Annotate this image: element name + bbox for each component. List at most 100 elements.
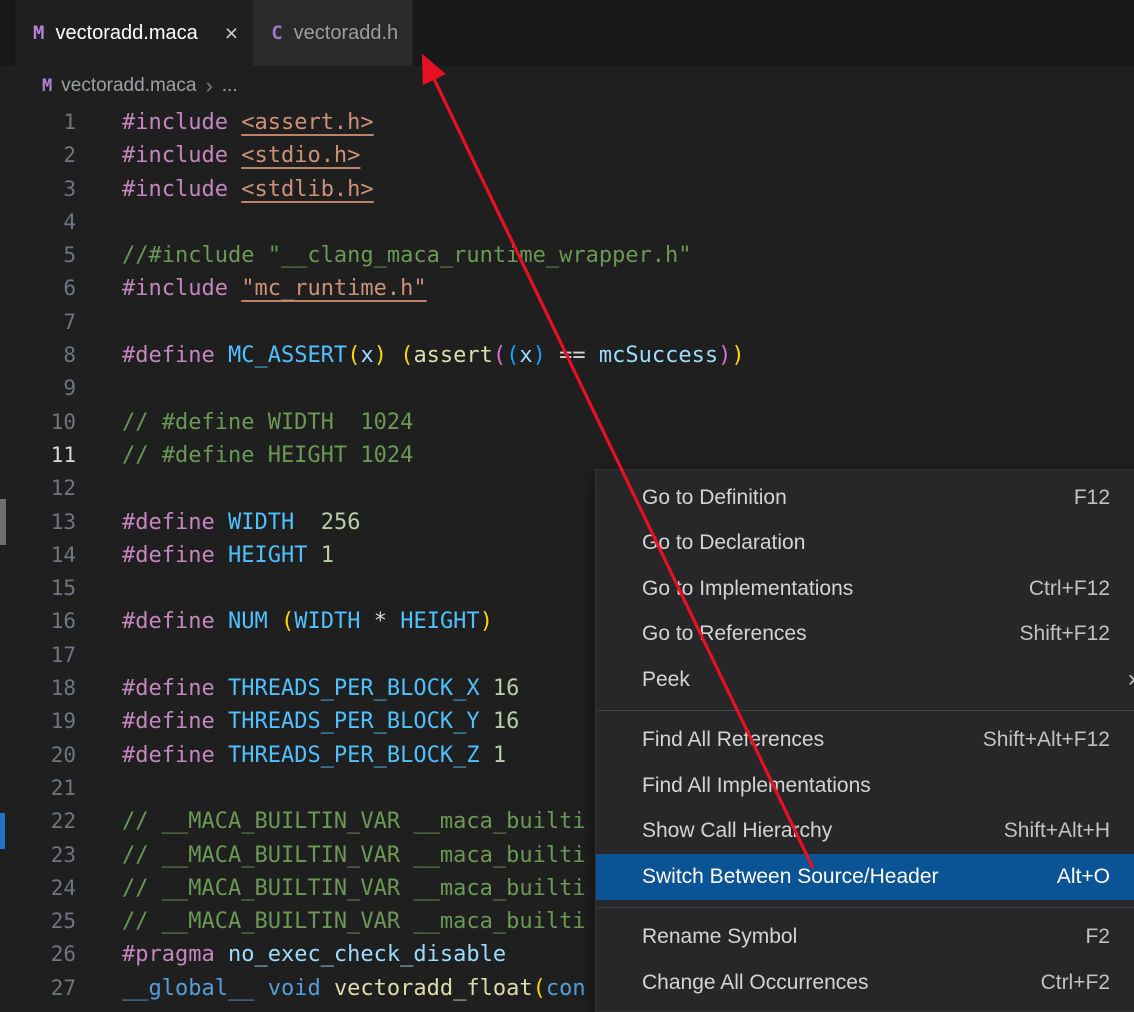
line-number: 10: [0, 406, 76, 439]
line-number: 21: [0, 772, 76, 805]
code-line-6[interactable]: 6 #include "mc_runtime.h": [0, 272, 1134, 305]
line-number: 4: [0, 206, 76, 239]
menu-shortcut: Shift+Alt+F12: [983, 728, 1110, 752]
line-number: 27: [0, 972, 76, 1005]
code-line-7[interactable]: 7: [0, 306, 1134, 339]
line-number: 24: [0, 872, 76, 905]
line-number: 15: [0, 572, 76, 605]
code-line-5[interactable]: 5 //#include "__clang_maca_runtime_wrappe…: [0, 239, 1134, 272]
code-text: #define THREADS_PER_BLOCK_Y 16: [122, 705, 519, 738]
menu-item-peek[interactable]: Peek ›: [596, 657, 1134, 703]
line-number: 2: [0, 139, 76, 172]
menu-shortcut: Shift+Alt+H: [1004, 819, 1110, 843]
code-text: // #define HEIGHT 1024: [122, 439, 413, 472]
menu-item-show-call-hierarchy[interactable]: Show Call HierarchyShift+Alt+H: [596, 809, 1134, 855]
menu-item-switch-between-source-header[interactable]: Switch Between Source/HeaderAlt+O: [596, 854, 1134, 900]
line-number: 26: [0, 938, 76, 971]
code-line-8[interactable]: 8 #define MC_ASSERT(x) (assert((x) == mcS…: [0, 339, 1134, 372]
menu-item-label: Go to Definition: [642, 486, 1074, 510]
menu-item-label: Show Call Hierarchy: [642, 819, 1004, 843]
menu-separator: [597, 710, 1134, 711]
menu-item-go-to-declaration[interactable]: Go to Declaration: [596, 521, 1134, 567]
menu-item-go-to-references[interactable]: Go to ReferencesShift+F12: [596, 612, 1134, 658]
line-number: 17: [0, 639, 76, 672]
menu-item-find-all-implementations[interactable]: Find All Implementations: [596, 763, 1134, 809]
line-number: 9: [0, 372, 76, 405]
submenu-chevron-icon: ›: [1128, 665, 1134, 693]
line-number: 12: [0, 472, 76, 505]
line-number: 23: [0, 839, 76, 872]
line-number: 25: [0, 905, 76, 938]
tab-bar: Mvectoradd.maca × Cvectoradd.h: [0, 0, 1134, 66]
chevron-right-icon: ›: [205, 73, 212, 99]
tab-vectoradd-maca[interactable]: Mvectoradd.maca ×: [15, 0, 253, 66]
menu-item-label: Rename Symbol: [642, 925, 1085, 949]
code-text: #include <assert.h>: [122, 106, 374, 139]
code-line-9[interactable]: 9: [0, 372, 1134, 405]
code-text: #define HEIGHT 1: [122, 539, 334, 572]
menu-separator: [597, 907, 1134, 908]
menu-item-go-to-implementations[interactable]: Go to ImplementationsCtrl+F12: [596, 566, 1134, 612]
code-text: #define NUM (WIDTH * HEIGHT): [122, 605, 493, 638]
code-line-11[interactable]: 11// #define HEIGHT 1024: [0, 439, 1134, 472]
line-number: 22: [0, 805, 76, 838]
file-type-icon: M: [42, 76, 52, 96]
code-text: //#include "__clang_maca_runtime_wrapper…: [122, 239, 692, 272]
tab-label: vectoradd.h: [294, 22, 399, 45]
menu-item-find-all-references[interactable]: Find All ReferencesShift+Alt+F12: [596, 718, 1134, 764]
menu-item-label: Find All Implementations: [642, 774, 1110, 798]
file-type-icon: M: [33, 22, 44, 44]
menu-item-label: Switch Between Source/Header: [642, 865, 1057, 889]
line-number: 16: [0, 605, 76, 638]
line-number: 13: [0, 506, 76, 539]
menu-item-go-to-definition[interactable]: Go to DefinitionF12: [596, 475, 1134, 521]
line-number: 20: [0, 739, 76, 772]
menu-shortcut: Ctrl+F2: [1041, 971, 1110, 995]
code-line-2[interactable]: 2 #include <stdio.h>: [0, 139, 1134, 172]
code-text: // __MACA_BUILTIN_VAR __maca_builti: [122, 839, 586, 872]
breadcrumb-file[interactable]: vectoradd.maca: [61, 75, 196, 97]
menu-item-change-all-occurrences[interactable]: Change All OccurrencesCtrl+F2: [596, 960, 1134, 1006]
menu-item-label: Find All References: [642, 728, 983, 752]
breadcrumb[interactable]: M vectoradd.maca › ...: [0, 66, 1134, 106]
close-icon[interactable]: ×: [225, 22, 238, 45]
code-text: // __MACA_BUILTIN_VAR __maca_builti: [122, 905, 586, 938]
menu-shortcut: F12: [1074, 486, 1110, 510]
menu-item-label: Go to References: [642, 622, 1020, 646]
line-number: 8: [0, 339, 76, 372]
line-number: 5: [0, 239, 76, 272]
menu-shortcut: F2: [1085, 925, 1110, 949]
code-text: #define MC_ASSERT(x) (assert((x) == mcSu…: [122, 339, 745, 372]
code-text: // #define WIDTH 1024: [122, 406, 413, 439]
code-line-4[interactable]: 4: [0, 206, 1134, 239]
code-line-10[interactable]: 10 // #define WIDTH 1024: [0, 406, 1134, 439]
code-text: #include "mc_runtime.h": [122, 272, 427, 305]
code-text: // __MACA_BUILTIN_VAR __maca_builti: [122, 872, 586, 905]
line-number: 18: [0, 672, 76, 705]
menu-shortcut: Alt+O: [1057, 865, 1110, 889]
menu-shortcut: Ctrl+F12: [1029, 577, 1110, 601]
line-number: 6: [0, 272, 76, 305]
tab-label: vectoradd.maca: [55, 22, 197, 45]
left-edge-artifact: [0, 499, 6, 545]
code-line-3[interactable]: 3 #include <stdlib.h>: [0, 173, 1134, 206]
code-text: // __MACA_BUILTIN_VAR __maca_builti: [122, 805, 586, 838]
tab-vectoradd-h[interactable]: Cvectoradd.h: [253, 0, 413, 66]
line-number: 3: [0, 173, 76, 206]
code-text: #define THREADS_PER_BLOCK_Z 1: [122, 739, 506, 772]
menu-shortcut: Shift+F12: [1020, 622, 1110, 646]
breadcrumb-more[interactable]: ...: [222, 75, 238, 97]
left-edge-artifact: [0, 813, 5, 849]
line-number: 1: [0, 106, 76, 139]
code-text: #include <stdlib.h>: [122, 173, 374, 206]
menu-item-label: Peek: [642, 668, 1110, 692]
code-line-1[interactable]: 1 #include <assert.h>: [0, 106, 1134, 139]
code-text: __global__ void vectoradd_float(con: [122, 972, 586, 1005]
menu-item-label: Change All Occurrences: [642, 971, 1041, 995]
menu-item-rename-symbol[interactable]: Rename SymbolF2: [596, 915, 1134, 961]
line-number: 19: [0, 705, 76, 738]
code-text: #include <stdio.h>: [122, 139, 360, 172]
code-text: #define THREADS_PER_BLOCK_X 16: [122, 672, 519, 705]
code-text: #pragma no_exec_check_disable: [122, 938, 506, 971]
menu-item-label: Go to Implementations: [642, 577, 1029, 601]
